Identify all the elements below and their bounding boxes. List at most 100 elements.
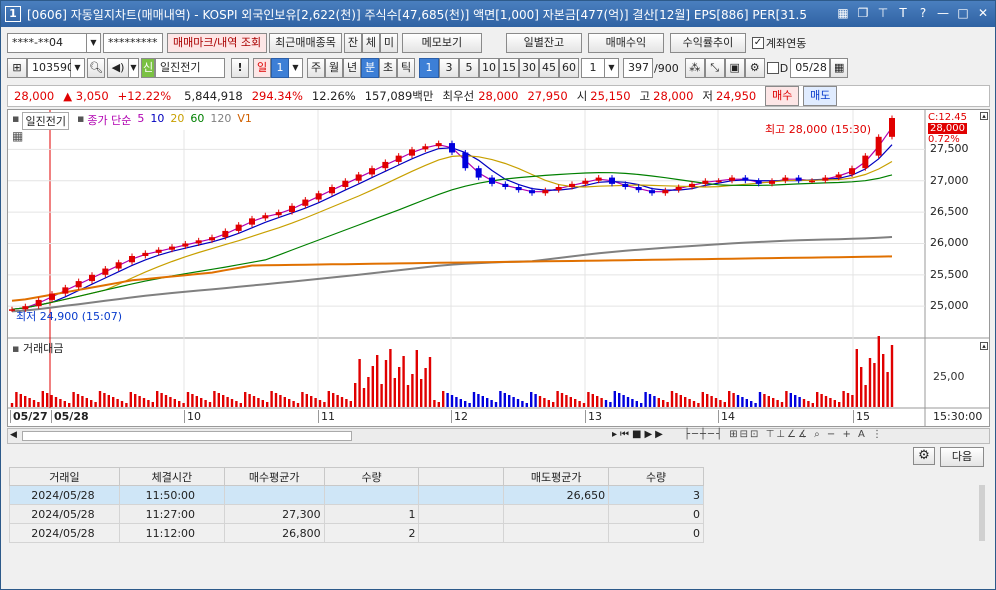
next-page-button[interactable]: 다음 bbox=[940, 447, 984, 467]
column-header[interactable]: 매수평균가 bbox=[223, 467, 325, 486]
settings-icon[interactable]: ⚙ bbox=[744, 58, 765, 78]
save-icon[interactable]: ▣ bbox=[724, 58, 745, 78]
account-link-checkbox[interactable]: ✓ bbox=[751, 37, 764, 49]
stock-code-field[interactable]: 103590 bbox=[27, 58, 74, 78]
chart-table-icon[interactable]: ▦ bbox=[12, 129, 23, 143]
interval-button-60[interactable]: 60 bbox=[559, 58, 579, 78]
period-month-button[interactable]: 월 bbox=[325, 58, 343, 78]
daily-balance-button[interactable]: 일별잔고 bbox=[505, 33, 582, 53]
period-dropdown-icon[interactable]: ▼ bbox=[289, 58, 303, 78]
column-header[interactable]: 매도평균가 bbox=[503, 467, 610, 486]
maximize-icon[interactable]: □ bbox=[955, 5, 971, 21]
volume-bar bbox=[371, 366, 374, 407]
speaker-icon[interactable]: ◀) bbox=[107, 58, 129, 78]
column-header[interactable] bbox=[418, 467, 505, 486]
alert-button[interactable]: ! bbox=[231, 58, 249, 78]
y-tick-label: 25,000 bbox=[930, 299, 969, 313]
chart-scrollbar[interactable]: ◀ ▸⏮■▶▶ ├─┼─┤ ⊞⊟⊡ ⊤⊥∠∡ ⌕ − + A ⋮ bbox=[7, 428, 990, 444]
legend-item[interactable]: V1 bbox=[237, 112, 252, 130]
interval-button-10[interactable]: 10 bbox=[479, 58, 499, 78]
interval-button-45[interactable]: 45 bbox=[539, 58, 559, 78]
candle-body bbox=[315, 193, 322, 200]
pin-icon[interactable]: ⊤ bbox=[875, 5, 891, 21]
column-header[interactable]: 수량 bbox=[323, 467, 420, 486]
count-dropdown-icon[interactable]: ▼ bbox=[605, 58, 619, 78]
recent-trades-button[interactable]: 최근매매종목 bbox=[269, 33, 342, 53]
stock-name-field[interactable]: 일진전기 bbox=[155, 58, 225, 78]
legend-item[interactable]: 5 bbox=[137, 112, 144, 130]
price-chart[interactable] bbox=[8, 110, 989, 426]
count-multiplier-field[interactable]: 1 bbox=[581, 58, 605, 78]
help-icon[interactable]: ? bbox=[915, 5, 931, 21]
chart-panel[interactable]: ▪ 일진전기 ▪ 종가 단순 5 10 20 60 120 V1 ▦ 최고 28,000 (… bbox=[7, 109, 990, 427]
column-header[interactable]: 거래일 bbox=[9, 467, 120, 486]
buy-button[interactable]: 매수 bbox=[765, 86, 800, 106]
period-week-button[interactable]: 주 bbox=[307, 58, 325, 78]
period-second-button[interactable]: 초 bbox=[379, 58, 397, 78]
interval-button-30[interactable]: 30 bbox=[519, 58, 539, 78]
sell-button[interactable]: 매도 bbox=[803, 86, 838, 106]
volume-bar bbox=[807, 401, 810, 407]
calendar-icon[interactable]: ▦ bbox=[830, 58, 849, 78]
interval-button-1[interactable]: 1 bbox=[419, 58, 439, 78]
scroll-left-icon[interactable]: ◀ bbox=[10, 430, 17, 440]
table-scrollbar[interactable] bbox=[979, 485, 985, 541]
trade-profit-button[interactable]: 매매수익 bbox=[587, 33, 664, 53]
chart-top-right-labels: C:12.45 28,000 0.72% bbox=[928, 112, 967, 145]
period-year-button[interactable]: 년 bbox=[343, 58, 361, 78]
interval-button-3[interactable]: 3 bbox=[439, 58, 459, 78]
search-icon[interactable]: 🔍︎ bbox=[87, 58, 105, 78]
period-minute-button[interactable]: 분 bbox=[361, 58, 379, 78]
account-dropdown-icon[interactable]: ▼ bbox=[87, 33, 101, 53]
code-dropdown-icon[interactable]: ▼ bbox=[71, 58, 85, 78]
legend-item[interactable]: 120 bbox=[210, 112, 231, 130]
date-field[interactable]: 05/28 bbox=[790, 58, 831, 78]
minimize-icon[interactable]: — bbox=[935, 5, 951, 21]
return-trend-button[interactable]: 수익률추이 bbox=[669, 33, 746, 53]
column-header[interactable]: 체결시간 bbox=[118, 467, 225, 486]
volume: 5,844,918 bbox=[184, 89, 243, 103]
volume-bar bbox=[802, 399, 806, 407]
period-tick-button[interactable]: 틱 bbox=[397, 58, 415, 78]
password-field[interactable]: ********* bbox=[103, 33, 163, 53]
legend-item[interactable]: 60 bbox=[190, 112, 204, 130]
interval-button-5[interactable]: 5 bbox=[459, 58, 479, 78]
collapse-volume-icon[interactable]: ▴ bbox=[980, 342, 988, 350]
playback-controls[interactable]: ▸⏮■▶▶ bbox=[612, 429, 666, 440]
grid-icon[interactable]: ▦ bbox=[835, 5, 851, 21]
volume-bar bbox=[239, 403, 242, 407]
window-icon[interactable]: ❐ bbox=[855, 5, 871, 21]
period-number-field[interactable]: 1 bbox=[271, 58, 289, 78]
speaker-dropdown-icon[interactable]: ▼ bbox=[129, 58, 139, 78]
legend-stock-name[interactable]: 일진전기 bbox=[22, 112, 69, 130]
table-row[interactable]: 2024/05/28 11:27:00 27,300 1 0 bbox=[9, 504, 704, 524]
scroll-thumb[interactable] bbox=[22, 431, 352, 441]
close-icon[interactable]: ✕ bbox=[975, 5, 991, 21]
date-checkbox[interactable] bbox=[766, 62, 779, 74]
memo-button[interactable]: 메모보기 bbox=[401, 33, 482, 53]
account-field[interactable]: ****-**04 bbox=[7, 33, 87, 53]
gear-icon[interactable]: ⚙ bbox=[913, 447, 935, 465]
legend-item[interactable]: 10 bbox=[150, 112, 164, 130]
balance-button[interactable]: 잔 bbox=[343, 33, 362, 53]
volume-bar bbox=[134, 394, 137, 407]
table-row[interactable]: 2024/05/28 11:50:00 26,650 3 bbox=[9, 485, 704, 505]
indicator-icon[interactable]: ⁂ bbox=[684, 58, 705, 78]
font-icon[interactable]: T bbox=[895, 5, 911, 21]
volume-bar bbox=[94, 402, 97, 407]
executed-button[interactable]: 체 bbox=[361, 33, 380, 53]
legend-item[interactable]: 종가 단순 bbox=[87, 112, 131, 130]
volume-bar bbox=[437, 402, 440, 407]
interval-button-15[interactable]: 15 bbox=[499, 58, 519, 78]
draw-tool-icon[interactable]: ⤡ bbox=[704, 58, 725, 78]
table-row[interactable]: 2024/05/28 11:12:00 26,800 2 0 bbox=[9, 523, 704, 543]
legend-item[interactable]: 20 bbox=[170, 112, 184, 130]
bar-count-field[interactable]: 397 bbox=[623, 58, 653, 78]
code-search-icon[interactable]: ⊞ bbox=[7, 58, 27, 78]
collapse-price-icon[interactable]: ▴ bbox=[980, 112, 988, 120]
column-header[interactable]: 수량 bbox=[608, 467, 704, 486]
trade-mark-button[interactable]: 매매마크/내역 조회 bbox=[167, 33, 268, 53]
unexecuted-button[interactable]: 미 bbox=[379, 33, 398, 53]
period-day-button[interactable]: 일 bbox=[253, 58, 271, 78]
chart-tools-icons[interactable]: ├─┼─┤ ⊞⊟⊡ ⊤⊥∠∡ ⌕ − + A ⋮ bbox=[684, 429, 884, 440]
